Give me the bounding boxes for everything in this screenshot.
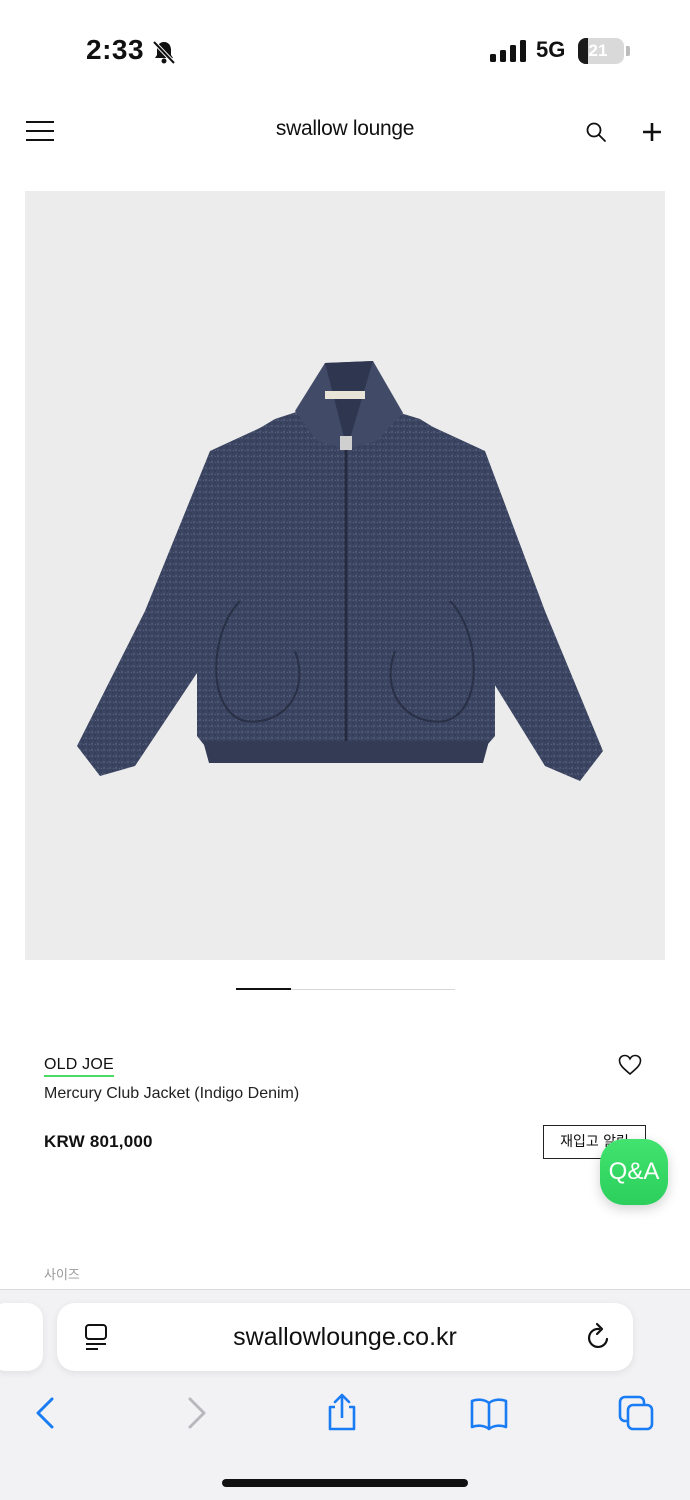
signal-icon	[490, 40, 526, 62]
reload-icon[interactable]	[585, 1322, 613, 1352]
product-price: KRW 801,000	[44, 1132, 153, 1151]
status-bar: 2:33 5G 21	[0, 0, 690, 100]
size-label: 사이즈	[44, 1268, 80, 1283]
site-header: swallow lounge	[0, 100, 690, 164]
forward-icon[interactable]	[176, 1393, 216, 1433]
brand-link[interactable]: OLD JOE	[44, 1056, 114, 1077]
product-image[interactable]	[25, 191, 665, 960]
battery-indicator: 21	[578, 38, 624, 64]
jacket-illustration	[77, 361, 603, 781]
qa-button[interactable]: Q&A	[600, 1139, 668, 1205]
bookmarks-icon[interactable]	[469, 1393, 509, 1433]
network-type: 5G	[536, 37, 566, 62]
previous-tab-preview[interactable]	[0, 1303, 43, 1371]
url-text[interactable]: swallowlounge.co.kr	[57, 1323, 633, 1352]
heart-icon[interactable]	[618, 1054, 642, 1076]
tabs-icon[interactable]	[616, 1393, 656, 1433]
search-icon[interactable]	[584, 120, 608, 144]
gallery-progress-thumb	[236, 988, 291, 990]
battery-percent: 21	[588, 41, 608, 60]
bell-slash-icon	[152, 40, 176, 65]
back-icon[interactable]	[26, 1393, 66, 1433]
status-time: 2:33	[86, 34, 145, 65]
battery-cap	[626, 46, 630, 56]
product-name: Mercury Club Jacket (Indigo Denim)	[44, 1085, 300, 1102]
home-indicator	[222, 1479, 468, 1487]
share-icon[interactable]	[322, 1393, 362, 1433]
plus-icon[interactable]	[640, 120, 664, 144]
